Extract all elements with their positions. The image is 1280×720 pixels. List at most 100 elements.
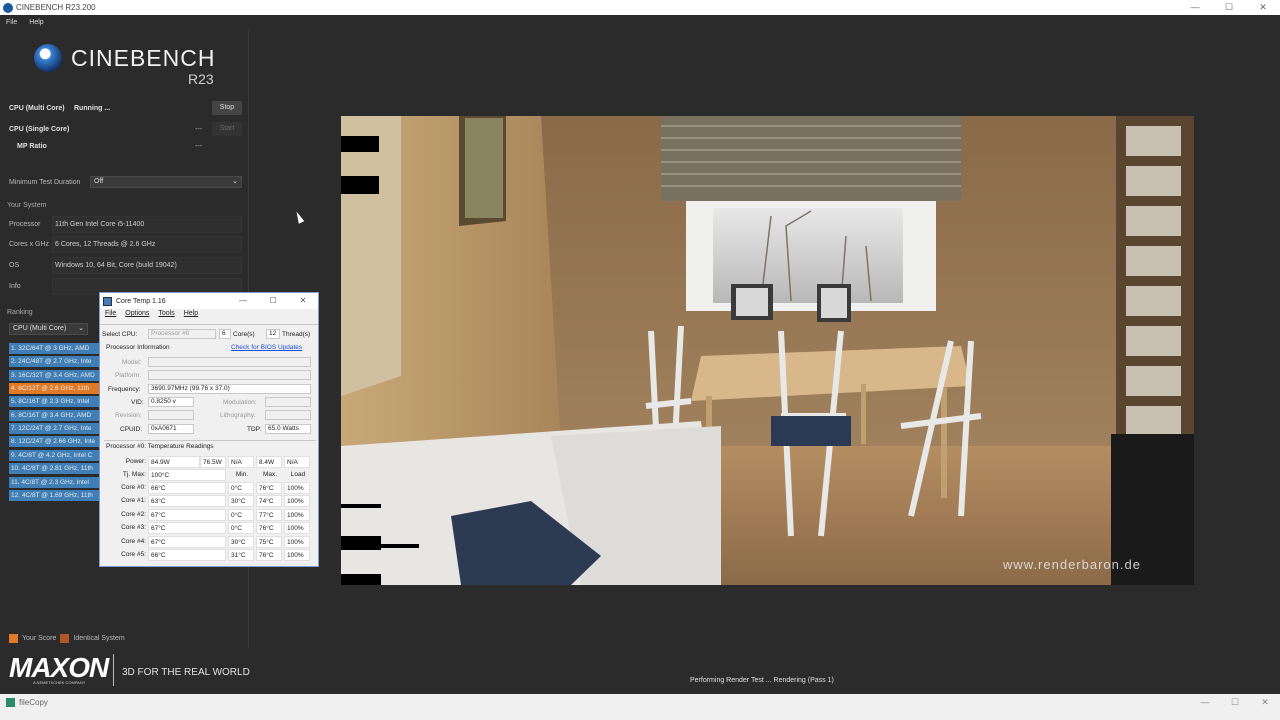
revision-field <box>148 410 194 420</box>
core-min: 31°C <box>228 549 254 561</box>
title-bar: CINEBENCH R23.200 — ☐ ✕ <box>0 0 1280 15</box>
maxon-logo: MAXON A NEMETSCHEK COMPANY <box>9 654 109 686</box>
os-label: OS <box>9 262 20 269</box>
ranking-item[interactable]: 12. 4C/8T @ 1.69 GHz, 11th <box>9 489 99 501</box>
ranking-item[interactable]: 5. 8C/16T @ 2.3 GHz, Intel <box>9 396 99 408</box>
vid-value: 0.8250 v <box>148 397 194 407</box>
ranking-item[interactable]: 3. 16C/32T @ 3.4 GHz, AMD <box>9 369 99 381</box>
minimize-button[interactable]: — <box>1178 0 1212 15</box>
test-single-value: --- <box>195 126 202 133</box>
core-label: Core #4: <box>121 537 146 545</box>
maximize-button[interactable]: ☐ <box>1212 0 1246 15</box>
core-load: 100% <box>284 482 310 494</box>
core-min: 0°C <box>228 508 254 521</box>
ct-menu-help[interactable]: Help <box>184 310 198 322</box>
core-row: Core #0: 66°C 0°C 76°C 100% <box>104 482 316 494</box>
cores-count: 6 <box>219 329 231 339</box>
power-package: 84.9W <box>148 456 200 468</box>
core-max: 74°C <box>256 495 282 508</box>
cinebench-logo: CINEBENCH <box>34 44 215 72</box>
core-max: 76°C <box>256 482 282 494</box>
model-field <box>148 357 311 367</box>
coretemp-title-bar: Core Temp 1.16 — ☐ ✕ <box>100 293 318 309</box>
taskbar-maximize-button[interactable]: ☐ <box>1220 694 1250 710</box>
menu-file[interactable]: File <box>6 19 17 26</box>
select-cpu-label: Select CPU: <box>102 331 138 338</box>
cores-value: 6 Cores, 12 Threads @ 2.6 GHz <box>52 236 242 253</box>
ranking-item[interactable]: 8. 12C/24T @ 2.66 GHz, Inte <box>9 436 99 448</box>
core-max: 76°C <box>256 522 282 535</box>
core-temp: 66°C <box>148 482 226 494</box>
ranking-filter-select[interactable]: CPU (Multi Core) ⌄ <box>9 323 88 335</box>
ranking-item[interactable]: 10. 4C/8T @ 2.81 GHz, 11th <box>9 463 99 475</box>
ct-menu-options[interactable]: Options <box>125 310 149 322</box>
close-button[interactable]: ✕ <box>1246 0 1280 15</box>
menu-help[interactable]: Help <box>29 19 43 26</box>
start-button[interactable]: Start <box>212 122 242 136</box>
ranking-item[interactable]: 6. 8C/16T @ 3.4 GHz, AMD <box>9 409 99 421</box>
score-legend: Your Score Identical System <box>9 634 125 643</box>
power-gt: N/A <box>228 456 254 468</box>
os-value: Windows 10, 64 Bit, Core (build 19042) <box>52 257 242 274</box>
tjmax-value: 100°C <box>148 469 226 481</box>
coretemp-close-button[interactable]: ✕ <box>288 293 318 309</box>
modulation-field <box>265 397 311 407</box>
your-score-swatch <box>9 634 18 643</box>
ranking-item[interactable]: 11. 4C/8T @ 2.3 GHz, Intel <box>9 476 99 488</box>
ranking-item[interactable]: 4. 6C/12T @ 2.6 GHz, 11th <box>9 383 99 395</box>
core-temp: 67°C <box>148 535 226 548</box>
bios-update-link[interactable]: Check for BIOS Updates <box>231 344 302 351</box>
cores-label: Cores x GHz <box>9 241 50 248</box>
vid-label: VID: <box>131 399 144 406</box>
filecopy-icon <box>6 698 15 707</box>
frequency-value: 3690.97MHz (99.76 x 37.0) <box>148 384 311 394</box>
brand-divider <box>113 654 114 686</box>
ranking-item[interactable]: 1. 32C/64T @ 3 GHz, AMD <box>9 343 99 354</box>
render-watermark: www.renderbaron.de <box>1002 557 1141 572</box>
cpuid-label: CPUID: <box>120 426 143 433</box>
power-ia-cores: 76.5W <box>200 456 226 468</box>
chevron-down-icon: ⌄ <box>78 325 84 332</box>
ranking-item[interactable]: 2. 24C/48T @ 2.7 GHz, Inte <box>9 356 99 368</box>
core-label: Core #1: <box>121 497 146 505</box>
identical-system-swatch <box>60 634 70 643</box>
core-max: 77°C <box>256 508 282 521</box>
test-multi-status: Running ... <box>74 105 111 112</box>
ranking-filter-value: CPU (Multi Core) <box>13 325 67 332</box>
coretemp-minimize-button[interactable]: — <box>228 293 258 309</box>
select-cpu-dropdown[interactable]: Processor #0 <box>148 329 216 339</box>
core-load: 100% <box>284 495 310 508</box>
divider <box>104 440 316 441</box>
system-heading: Your System <box>7 202 47 209</box>
ct-menu-file[interactable]: File <box>105 310 116 322</box>
ranking-item[interactable]: 7. 12C/24T @ 2.7 GHz, Inte <box>9 423 99 435</box>
brand-tagline: 3D FOR THE REAL WORLD <box>122 667 250 678</box>
core-load: 100% <box>284 522 310 535</box>
render-image: www.renderbaron.de <box>341 116 1194 585</box>
min-duration-select[interactable]: Off ⌄ <box>90 176 242 188</box>
coretemp-maximize-button[interactable]: ☐ <box>258 293 288 309</box>
your-score-label: Your Score <box>22 635 57 642</box>
window-controls: — ☐ ✕ <box>1178 0 1280 15</box>
cinebench-sphere-icon <box>34 44 62 72</box>
min-duration-label: Minimum Test Duration <box>9 179 81 186</box>
logo-version: R23 <box>188 71 214 87</box>
stop-button[interactable]: Stop <box>212 101 242 115</box>
cpuid-value: 0xA0671 <box>148 424 194 434</box>
taskbar-minimize-button[interactable]: — <box>1190 694 1220 710</box>
temp-readings-heading: Processor #0: Temperature Readings <box>106 443 214 450</box>
logo-name: CINEBENCH <box>71 44 216 71</box>
taskbar-close-button[interactable]: ✕ <box>1250 694 1280 710</box>
coretemp-menu: File Options Tools Help <box>100 310 318 322</box>
platform-label: Platform: <box>115 372 142 379</box>
core-min: 0°C <box>228 522 254 535</box>
load-column-header: Load <box>290 471 306 478</box>
ranking-item[interactable]: 9. 4C/8T @ 4.2 GHz, Intel C <box>9 449 99 461</box>
taskbar-item[interactable]: fileCopy <box>6 698 48 707</box>
core-row: Core #1: 63°C 30°C 74°C 100% <box>104 495 316 508</box>
taskbar-window-controls: — ☐ ✕ <box>1190 694 1280 710</box>
model-label: Model: <box>122 359 142 366</box>
frequency-label: Frequency: <box>108 386 141 393</box>
ct-menu-tools[interactable]: Tools <box>158 310 174 322</box>
coretemp-window-controls: — ☐ ✕ <box>228 293 318 309</box>
